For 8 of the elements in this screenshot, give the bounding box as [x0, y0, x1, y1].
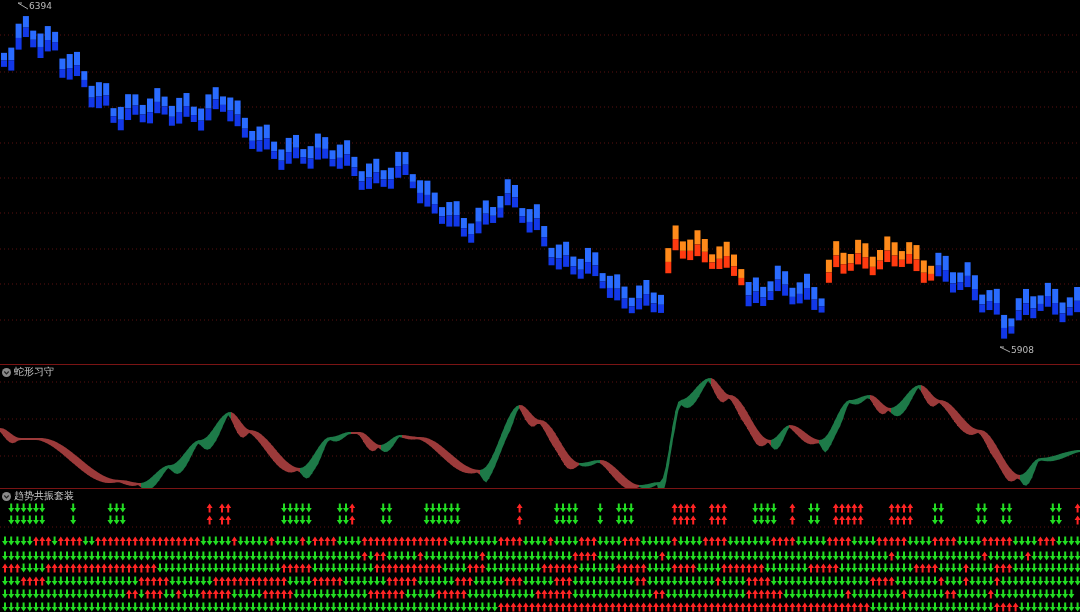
pointer-icon	[1000, 346, 1010, 354]
panel-title: 趋势共振套装	[14, 490, 74, 502]
panel-title: 蛇形习守	[14, 366, 54, 378]
collapse-icon[interactable]	[2, 367, 11, 377]
high-price-label: 6394	[29, 1, 52, 11]
low-price-label: 5908	[1011, 345, 1034, 355]
collapse-icon[interactable]	[2, 491, 11, 501]
pointer-icon	[18, 2, 28, 10]
